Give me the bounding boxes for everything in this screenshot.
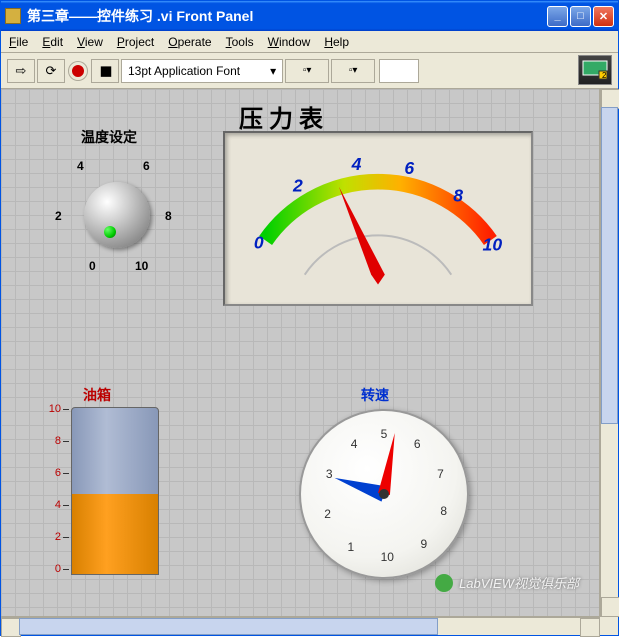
pause-button[interactable]: ▮▮ — [91, 59, 119, 83]
tank-label: 油箱 — [83, 385, 111, 405]
tank-tick-4: 4 — [55, 499, 61, 511]
distribute-button[interactable]: ▫▾ — [331, 59, 375, 83]
context-help-icon[interactable]: 2 — [578, 55, 612, 85]
gauge-title: 压 力 表 — [239, 99, 323, 134]
horizontal-scrollbar[interactable] — [1, 617, 600, 635]
titlebar[interactable]: 第三章——控件练习 .vi Front Panel _ □ ✕ — [1, 1, 618, 31]
knob-control: 温度设定 0 2 4 6 8 10 — [39, 127, 199, 287]
tank-tick-10: 10 — [49, 403, 61, 415]
gauge-face: 0 2 4 6 8 10 — [225, 133, 531, 304]
rpm-tick-1: 1 — [347, 540, 354, 554]
tank-indicator: 油箱 10 8 6 4 2 0 — [37, 389, 187, 579]
minimize-button[interactable]: _ — [547, 6, 568, 27]
rpm-tick-10: 10 — [381, 550, 394, 564]
rpm-label: 转速 — [361, 385, 389, 405]
front-panel-canvas[interactable]: 温度设定 0 2 4 6 8 10 压 力 表 — [1, 89, 600, 617]
watermark: LabVIEW视觉俱乐部 — [435, 573, 579, 592]
knob-tick-4: 4 — [77, 159, 84, 173]
menu-project[interactable]: Project — [117, 35, 154, 49]
tank-tick-8: 8 — [55, 435, 61, 447]
knob-tick-10: 10 — [135, 259, 148, 273]
svg-text:2: 2 — [602, 71, 607, 80]
pressure-gauge[interactable]: 0 2 4 6 8 10 — [223, 131, 533, 306]
tank-scale: 10 8 6 4 2 0 — [37, 407, 69, 575]
tank-tick-6: 6 — [55, 467, 61, 479]
knob-tick-6: 6 — [143, 159, 150, 173]
rpm-tick-3: 3 — [326, 467, 333, 481]
tank-tick-0: 0 — [55, 563, 61, 575]
menu-window[interactable]: Window — [268, 35, 311, 49]
rpm-tick-5: 5 — [381, 427, 388, 441]
menubar: File Edit View Project Operate Tools Win… — [1, 31, 618, 53]
menu-edit[interactable]: Edit — [42, 35, 63, 49]
rpm-face[interactable]: 5 6 7 8 9 10 1 2 3 4 — [299, 409, 469, 579]
abort-button[interactable] — [69, 62, 87, 80]
menu-file[interactable]: File — [9, 35, 28, 49]
font-label: 13pt Application Font — [128, 64, 240, 78]
svg-text:2: 2 — [292, 176, 303, 196]
rpm-center-icon — [379, 489, 389, 499]
search-input[interactable] — [379, 59, 419, 83]
tank-tick-2: 2 — [55, 531, 61, 543]
run-continuous-button[interactable]: ⟳ — [37, 59, 65, 83]
vscroll-thumb[interactable] — [601, 107, 618, 424]
rpm-tick-2: 2 — [324, 507, 331, 521]
knob-label: 温度设定 — [81, 127, 137, 147]
rpm-tick-4: 4 — [351, 437, 358, 451]
knob-tick-0: 0 — [89, 259, 96, 273]
font-selector[interactable]: 13pt Application Font — [121, 59, 283, 83]
rpm-tick-6: 6 — [414, 437, 421, 451]
align-button[interactable]: ▫▾ — [285, 59, 329, 83]
run-button[interactable]: ⇨ — [7, 59, 35, 83]
close-button[interactable]: ✕ — [593, 6, 614, 27]
maximize-button[interactable]: □ — [570, 6, 591, 27]
knob-tick-8: 8 — [165, 209, 172, 223]
menu-tools[interactable]: Tools — [226, 35, 254, 49]
rpm-tick-9: 9 — [420, 537, 427, 551]
rpm-tick-7: 7 — [437, 467, 444, 481]
menu-operate[interactable]: Operate — [168, 35, 211, 49]
rpm-needle-red-icon — [378, 432, 401, 495]
watermark-text: LabVIEW视觉俱乐部 — [459, 573, 579, 592]
tank-fill — [72, 494, 158, 574]
wechat-icon — [435, 574, 453, 592]
app-icon — [5, 8, 21, 24]
svg-text:8: 8 — [453, 185, 463, 205]
svg-text:0: 0 — [254, 232, 264, 252]
toolbar: ⇨ ⟳ ▮▮ 13pt Application Font ▫▾ ▫▾ 2 — [1, 53, 618, 89]
hscroll-thumb[interactable] — [19, 618, 438, 635]
knob-indicator-icon — [104, 226, 116, 238]
window-title: 第三章——控件练习 .vi Front Panel — [27, 6, 547, 26]
svg-text:10: 10 — [483, 234, 503, 254]
svg-text:6: 6 — [404, 158, 414, 178]
workarea: 温度设定 0 2 4 6 8 10 压 力 表 — [1, 89, 618, 635]
tank-body[interactable] — [71, 407, 159, 575]
menu-view[interactable]: View — [77, 35, 103, 49]
rpm-gauge: 转速 5 6 7 8 9 10 1 2 3 4 — [289, 389, 479, 589]
scroll-corner — [600, 617, 618, 635]
app-window: 第三章——控件练习 .vi Front Panel _ □ ✕ File Edi… — [0, 0, 619, 636]
svg-text:4: 4 — [351, 154, 362, 174]
vertical-scrollbar[interactable] — [600, 89, 618, 617]
knob-dial[interactable] — [84, 182, 150, 248]
menu-help[interactable]: Help — [324, 35, 349, 49]
rpm-tick-8: 8 — [440, 504, 447, 518]
knob-tick-2: 2 — [55, 209, 62, 223]
